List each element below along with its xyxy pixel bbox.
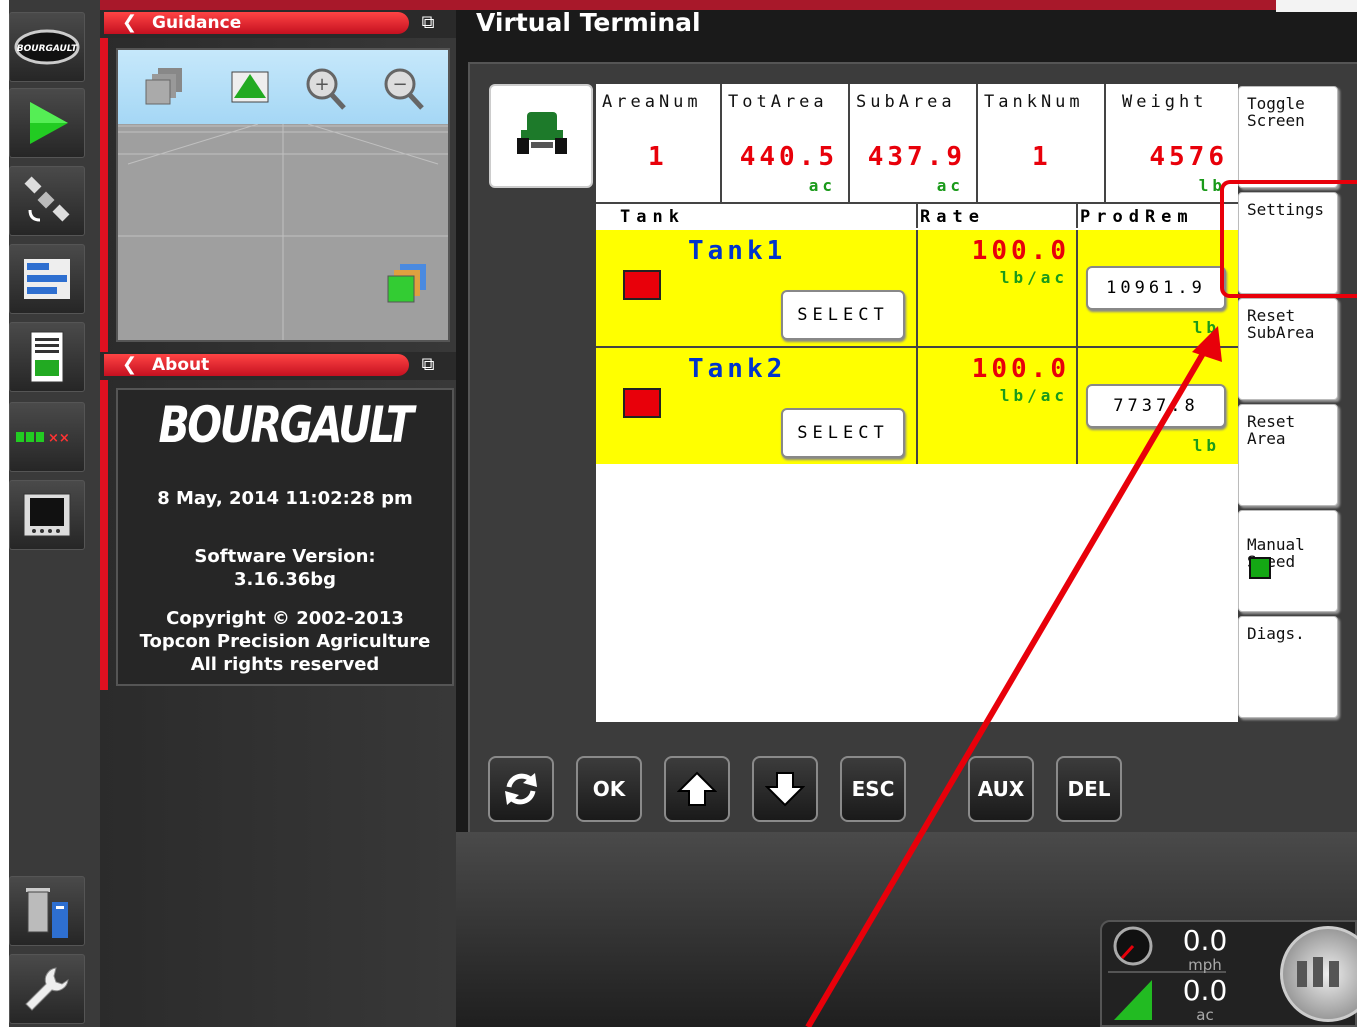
esc-button[interactable]: ESC xyxy=(840,756,906,822)
del-button[interactable]: DEL xyxy=(1056,756,1122,822)
arrow-down-icon xyxy=(765,772,805,807)
area-value: 0.0 xyxy=(1182,974,1228,1007)
down-button[interactable] xyxy=(752,756,818,822)
refresh-button[interactable] xyxy=(488,756,554,822)
up-button[interactable] xyxy=(664,756,730,822)
speedometer-icon xyxy=(1113,926,1153,966)
steering-engage-button[interactable] xyxy=(1280,926,1357,1022)
speed-value: 0.0 xyxy=(1182,924,1228,957)
annotation-arrow xyxy=(805,326,1222,1027)
arrow-up-icon xyxy=(677,771,717,806)
ok-button[interactable]: OK xyxy=(576,756,642,822)
refresh-icon xyxy=(505,773,537,805)
speed-unit: mph xyxy=(1188,956,1222,974)
aux-button[interactable]: AUX xyxy=(968,756,1034,822)
steering-wheel-icon xyxy=(1297,957,1339,987)
area-wedge-icon xyxy=(1114,980,1152,1020)
area-unit: ac xyxy=(1196,1006,1214,1024)
